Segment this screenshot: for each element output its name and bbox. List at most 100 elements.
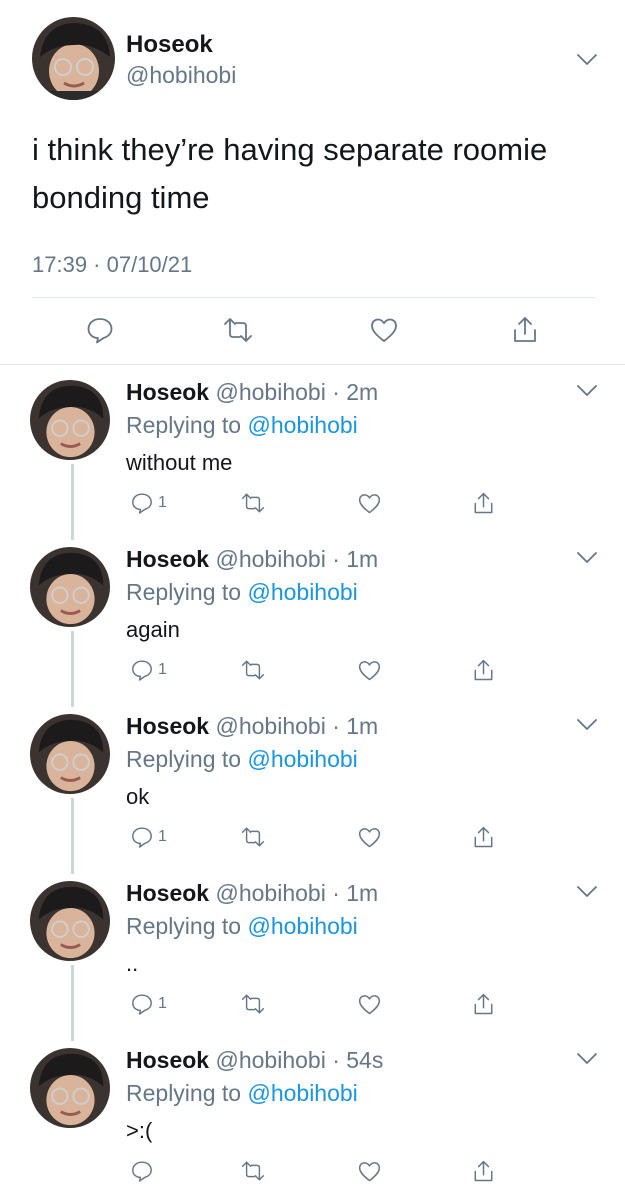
reply-count: 1 [158, 828, 167, 845]
profile-photo [32, 17, 115, 100]
reply-button[interactable]: 1 [130, 488, 167, 518]
reply-icon [130, 1159, 154, 1183]
replying-to-label: Replying to [126, 746, 248, 772]
profile-photo [30, 881, 110, 961]
chevron-down-icon[interactable] [576, 384, 598, 398]
chevron-down-icon[interactable] [576, 718, 598, 732]
share-icon[interactable] [472, 488, 495, 518]
avatar[interactable] [30, 380, 110, 460]
reply-actions: 1 [0, 989, 625, 1019]
user-handle[interactable]: @hobihobi [215, 880, 325, 906]
reply-header: Hoseok @hobihobi · 1m [126, 880, 378, 907]
tweet-actions [0, 310, 625, 350]
chevron-down-icon[interactable] [576, 551, 598, 565]
reply-icon [130, 992, 154, 1016]
share-icon[interactable] [472, 989, 495, 1019]
reply-tweet: Hoseok @hobihobi · 54s Replying to @hobi… [0, 1034, 625, 1201]
retweet-icon[interactable] [240, 488, 266, 518]
profile-photo [30, 1048, 110, 1128]
avatar[interactable] [30, 881, 110, 961]
reply-button[interactable]: 1 [130, 822, 167, 852]
avatar[interactable] [30, 547, 110, 627]
reply-text: again [126, 617, 180, 642]
mention-link[interactable]: @hobihobi [247, 1080, 357, 1106]
tweet-text: i think they’re having separate roomie b… [32, 132, 548, 215]
retweet-icon[interactable] [240, 1156, 266, 1186]
reply-header: Hoseok @hobihobi · 2m [126, 379, 378, 406]
replying-to-label: Replying to [126, 913, 248, 939]
reply-tweet: Hoseok @hobihobi · 1m Replying to @hobih… [0, 867, 625, 1034]
reply-text: .. [126, 951, 139, 976]
like-icon[interactable] [364, 310, 404, 350]
reply-button[interactable]: 1 [130, 655, 167, 685]
reply-count: 1 [158, 494, 167, 511]
like-icon[interactable] [357, 488, 382, 518]
reply-count: 1 [158, 661, 167, 678]
user-handle[interactable]: @hobihobi [215, 713, 325, 739]
reply-tweet: Hoseok @hobihobi · 1m Replying to @hobih… [0, 533, 625, 700]
tweet-timestamp[interactable]: 17:39 · 07/10/21 [32, 252, 192, 278]
reply-text: >:( [126, 1118, 153, 1143]
avatar[interactable] [32, 17, 115, 100]
replying-to: Replying to @hobihobi [126, 1080, 358, 1107]
display-name[interactable]: Hoseok [126, 379, 209, 405]
chevron-down-icon[interactable] [576, 53, 598, 67]
retweet-icon[interactable] [240, 989, 266, 1019]
share-icon[interactable] [505, 310, 545, 350]
replying-to: Replying to @hobihobi [126, 913, 358, 940]
reply-time[interactable]: · 54s [332, 1047, 383, 1073]
share-icon[interactable] [472, 822, 495, 852]
reply-text: ok [126, 784, 150, 809]
replying-to: Replying to @hobihobi [126, 579, 358, 606]
share-icon[interactable] [472, 655, 495, 685]
reply-header: Hoseok @hobihobi · 54s [126, 1047, 383, 1074]
reply-actions: 1 [0, 488, 625, 518]
display-name[interactable]: Hoseok [126, 31, 213, 59]
reply-actions [0, 1156, 625, 1186]
user-handle[interactable]: @hobihobi [215, 546, 325, 572]
reply-button[interactable]: 1 [130, 989, 167, 1019]
reply-icon [130, 491, 154, 515]
retweet-icon[interactable] [218, 310, 258, 350]
mention-link[interactable]: @hobihobi [247, 579, 357, 605]
avatar[interactable] [30, 1048, 110, 1128]
reply-text: without me [126, 450, 233, 475]
profile-photo [30, 380, 110, 460]
like-icon[interactable] [357, 822, 382, 852]
section-divider [0, 364, 625, 365]
retweet-icon[interactable] [240, 655, 266, 685]
retweet-icon[interactable] [240, 822, 266, 852]
main-tweet: Hoseok @hobihobi i think they’re having … [0, 0, 625, 366]
reply-header: Hoseok @hobihobi · 1m [126, 713, 378, 740]
profile-photo [30, 547, 110, 627]
chevron-down-icon[interactable] [576, 1052, 598, 1066]
reply-header: Hoseok @hobihobi · 1m [126, 546, 378, 573]
reply-icon [130, 825, 154, 849]
reply-icon[interactable] [80, 310, 120, 350]
reply-tweet: Hoseok @hobihobi · 1m Replying to @hobih… [0, 700, 625, 867]
user-handle[interactable]: @hobihobi [215, 1047, 325, 1073]
chevron-down-icon[interactable] [576, 885, 598, 899]
mention-link[interactable]: @hobihobi [247, 746, 357, 772]
reply-time[interactable]: · 2m [332, 379, 378, 405]
reply-button[interactable] [130, 1156, 158, 1186]
reply-time[interactable]: · 1m [332, 880, 378, 906]
display-name[interactable]: Hoseok [126, 546, 209, 572]
mention-link[interactable]: @hobihobi [247, 913, 357, 939]
share-icon[interactable] [472, 1156, 495, 1186]
avatar[interactable] [30, 714, 110, 794]
reply-tweet: Hoseok @hobihobi · 2m Replying to @hobih… [0, 366, 625, 533]
user-handle[interactable]: @hobihobi [126, 62, 236, 89]
like-icon[interactable] [357, 1156, 382, 1186]
reply-time[interactable]: · 1m [332, 546, 378, 572]
replying-to: Replying to @hobihobi [126, 412, 358, 439]
display-name[interactable]: Hoseok [126, 713, 209, 739]
display-name[interactable]: Hoseok [126, 880, 209, 906]
display-name[interactable]: Hoseok [126, 1047, 209, 1073]
like-icon[interactable] [357, 655, 382, 685]
like-icon[interactable] [357, 989, 382, 1019]
user-handle[interactable]: @hobihobi [215, 379, 325, 405]
mention-link[interactable]: @hobihobi [247, 412, 357, 438]
reply-time[interactable]: · 1m [332, 713, 378, 739]
reply-count: 1 [158, 995, 167, 1012]
